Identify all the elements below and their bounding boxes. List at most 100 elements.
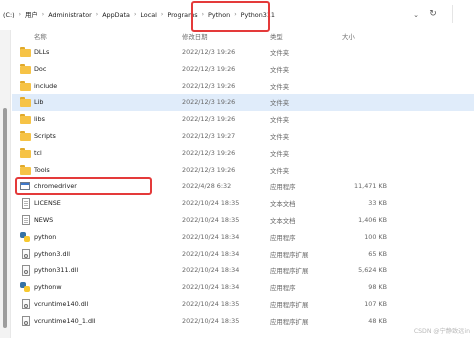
column-name[interactable]: 名称 — [34, 32, 47, 41]
breadcrumb-users[interactable]: 用户 — [24, 10, 39, 19]
file-name: python — [34, 232, 57, 241]
file-name: LICENSE — [34, 199, 61, 208]
file-type: 应用程序 — [270, 233, 296, 242]
dll-file-icon — [20, 248, 31, 260]
file-size: 11,471 KB — [354, 182, 387, 191]
list-item[interactable]: libs 2022/12/3 19:26 文件夹 — [12, 111, 474, 128]
file-date: 2022/12/3 19:27 — [182, 131, 236, 140]
list-item[interactable]: vcruntime140_1.dll 2022/10/24 18:35 应用程序… — [12, 313, 474, 330]
file-name: libs — [34, 115, 45, 124]
dll-file-icon — [20, 298, 31, 310]
chevron-down-icon[interactable]: ⌄ — [410, 9, 422, 21]
breadcrumb-separator-icon: › — [41, 11, 45, 18]
file-date: 2022/10/24 18:34 — [182, 232, 240, 241]
file-name: vcruntime140.dll — [34, 299, 89, 308]
file-date: 2022/10/24 18:34 — [182, 266, 240, 275]
folder-icon — [20, 147, 31, 158]
breadcrumb-separator-icon: › — [18, 11, 22, 18]
file-date: 2022/10/24 18:35 — [182, 299, 240, 308]
file-name: python311.dll — [34, 266, 79, 275]
list-item[interactable]: NEWS 2022/10/24 18:35 文本文档 1,406 KB — [12, 212, 474, 229]
list-item[interactable]: Scripts 2022/12/3 19:27 文件夹 — [12, 128, 474, 145]
file-name: Lib — [34, 98, 44, 107]
folder-icon — [20, 114, 31, 125]
list-item[interactable]: pythonw 2022/10/24 18:34 应用程序 98 KB — [12, 279, 474, 296]
python-icon — [20, 282, 31, 293]
breadcrumb-separator-icon: › — [160, 11, 164, 18]
list-item[interactable]: Doc 2022/12/3 19:26 文件夹 — [12, 61, 474, 78]
column-size[interactable]: 大小 — [342, 32, 355, 41]
address-highlight-box — [191, 1, 270, 32]
file-date: 2022/10/24 18:35 — [182, 199, 240, 208]
folder-icon — [20, 47, 31, 57]
file-type: 文件夹 — [270, 166, 290, 175]
file-date: 2022/10/24 18:35 — [182, 215, 240, 224]
list-item[interactable]: tcl 2022/12/3 19:26 文件夹 — [12, 145, 474, 162]
file-date: 2022/12/3 19:26 — [182, 81, 236, 90]
file-type: 文件夹 — [270, 116, 290, 125]
navigation-pane-scrollbar[interactable] — [0, 30, 11, 338]
file-type: 应用程序 — [270, 284, 296, 293]
file-size: 33 KB — [368, 199, 387, 208]
list-item[interactable]: Tools 2022/12/3 19:26 文件夹 — [12, 162, 474, 179]
file-type: 文件夹 — [270, 65, 290, 74]
file-name: tcl — [34, 148, 42, 157]
breadcrumb-separator-icon: › — [133, 11, 137, 18]
file-size: 65 KB — [368, 249, 387, 258]
dll-file-icon — [20, 315, 31, 327]
list-item-selected[interactable]: Lib 2022/12/3 19:26 文件夹 — [12, 94, 474, 112]
file-size: 100 KB — [364, 232, 387, 241]
file-type: 应用程序扩展 — [270, 267, 309, 276]
python-icon — [20, 231, 31, 242]
file-date: 2022/10/24 18:34 — [182, 249, 240, 258]
folder-icon — [20, 130, 31, 141]
file-name: Doc — [34, 64, 47, 73]
file-type: 应用程序扩展 — [270, 250, 309, 259]
file-date: 2022/4/28 6:32 — [182, 182, 232, 191]
scrollbar-thumb[interactable] — [3, 108, 7, 328]
file-type: 文件夹 — [270, 49, 290, 57]
file-date: 2022/12/3 19:26 — [182, 64, 236, 73]
list-item[interactable]: python3.dll 2022/10/24 18:34 应用程序扩展 65 K… — [12, 246, 474, 263]
refresh-icon[interactable]: ↻ — [427, 8, 439, 20]
file-date: 2022/12/3 19:26 — [182, 115, 236, 124]
file-name: Scripts — [34, 131, 56, 140]
column-date[interactable]: 修改日期 — [182, 32, 208, 41]
text-file-icon — [20, 214, 31, 226]
file-name: python3.dll — [34, 249, 71, 258]
column-type[interactable]: 类型 — [270, 32, 283, 41]
breadcrumb-administrator[interactable]: Administrator — [47, 11, 93, 19]
text-file-icon — [20, 198, 31, 209]
folder-icon — [20, 63, 31, 74]
list-item[interactable]: python 2022/10/24 18:34 应用程序 100 KB — [12, 229, 474, 246]
file-date: 2022/10/24 18:34 — [182, 283, 240, 292]
file-type: 文件夹 — [270, 149, 290, 158]
file-name: vcruntime140_1.dll — [34, 316, 96, 325]
folder-icon — [20, 97, 31, 108]
list-item[interactable]: python311.dll 2022/10/24 18:34 应用程序扩展 5,… — [12, 262, 474, 279]
file-type: 应用程序扩展 — [270, 300, 309, 309]
search-box[interactable] — [452, 5, 474, 23]
breadcrumb-separator-icon: › — [95, 11, 99, 18]
file-size: 48 KB — [368, 316, 387, 325]
file-date: 2022/12/3 19:26 — [182, 48, 236, 56]
folder-icon — [20, 80, 31, 91]
file-size: 5,624 KB — [358, 266, 387, 275]
breadcrumb-drive[interactable]: (C:) — [2, 11, 16, 19]
list-item[interactable]: DLLs 2022/12/3 19:26 文件夹 — [12, 44, 474, 61]
file-date: 2022/12/3 19:26 — [182, 98, 236, 107]
file-name: pythonw — [34, 283, 62, 292]
watermark: CSDN @宁静致远in — [413, 328, 470, 335]
file-type: 文件夹 — [270, 82, 290, 91]
list-item[interactable]: vcruntime140.dll 2022/10/24 18:35 应用程序扩展… — [12, 296, 474, 313]
file-type: 文本文档 — [270, 216, 296, 225]
file-type: 应用程序扩展 — [270, 317, 309, 326]
file-name: Tools — [34, 165, 50, 174]
breadcrumb-local[interactable]: Local — [139, 11, 158, 19]
file-date: 2022/12/3 19:26 — [182, 148, 236, 157]
list-item[interactable]: LICENSE 2022/10/24 18:35 文本文档 33 KB — [12, 195, 474, 212]
column-header: 名称 修改日期 类型 大小 — [12, 30, 474, 43]
breadcrumb-appdata[interactable]: AppData — [101, 11, 131, 19]
file-type: 文件夹 — [270, 99, 290, 108]
list-item[interactable]: include 2022/12/3 19:26 文件夹 — [12, 78, 474, 95]
